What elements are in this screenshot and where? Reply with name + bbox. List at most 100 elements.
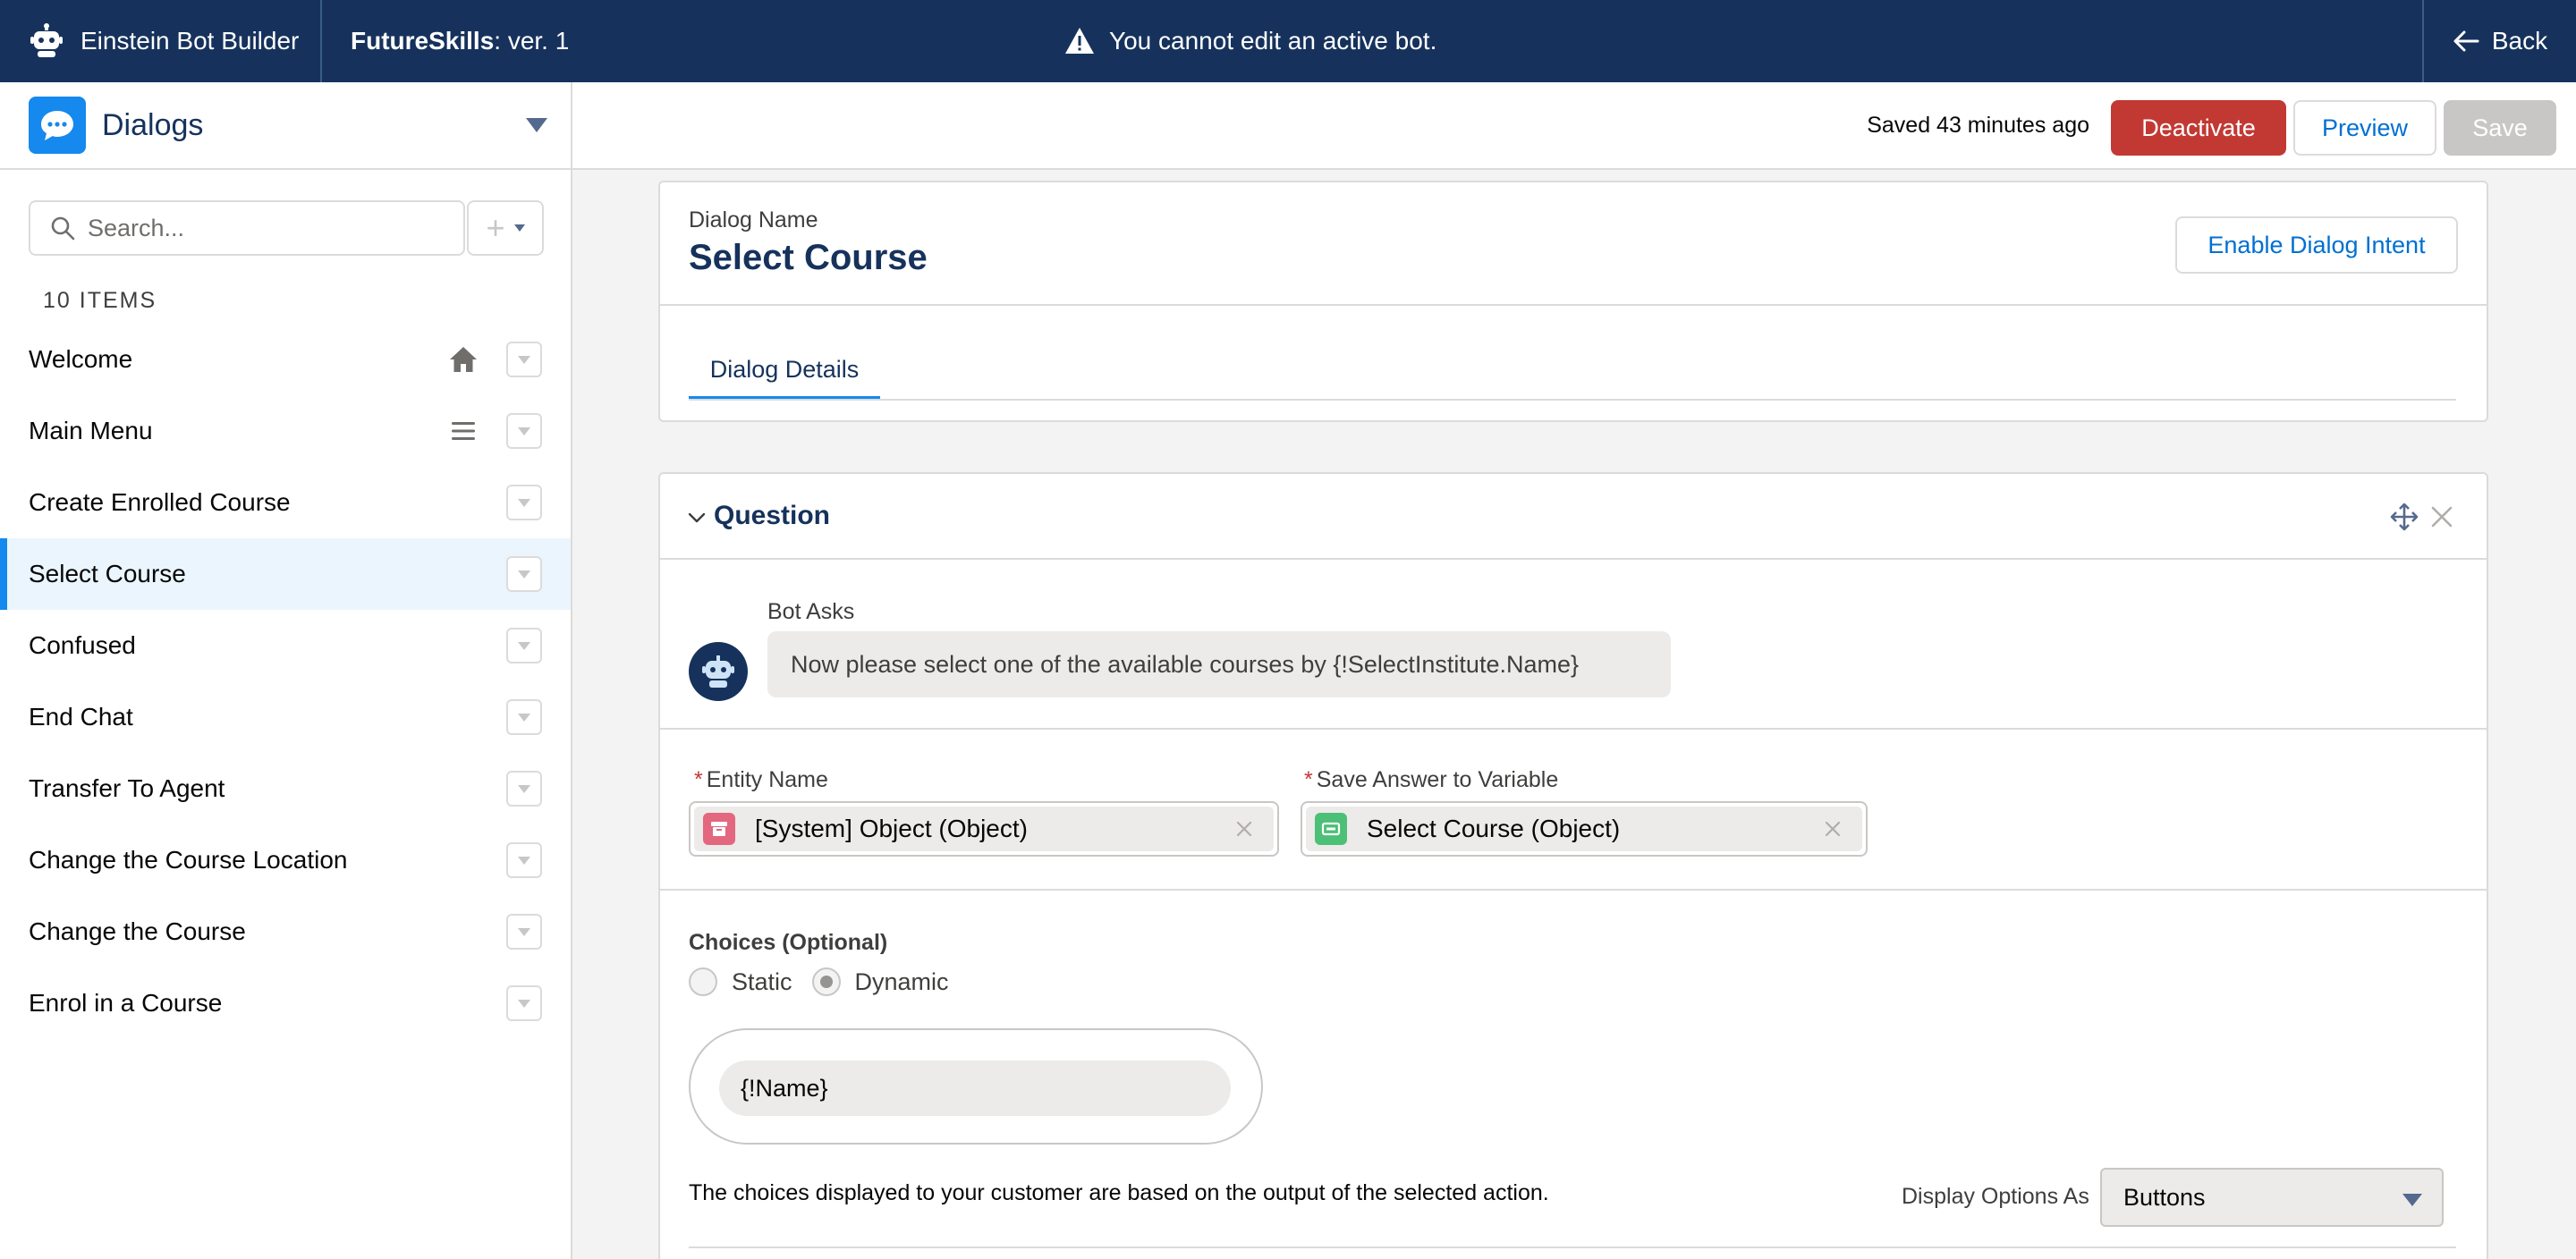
dialog-item-confused[interactable]: Confused [0,610,571,681]
global-header: Einstein Bot Builder FutureSkills : ver.… [0,0,2576,82]
bot-version: : ver. 1 [494,27,570,55]
question-title: Question [714,501,831,530]
dialog-item-label: Confused [29,631,136,659]
question-header: Question [660,474,2487,560]
radio-static[interactable] [689,967,717,996]
dialog-item-menu-button[interactable] [506,413,542,449]
arrow-left-icon [2453,30,2479,52]
warning-text: You cannot edit an active bot. [1109,27,1437,55]
variable-icon [1315,813,1347,845]
required-marker: * [1304,767,1313,792]
entity-icon [703,813,735,845]
items-count: 10 ITEMS [43,288,157,313]
dialog-item-menu-button[interactable] [506,485,542,520]
choices-help-text: The choices displayed to your customer a… [689,1180,1549,1205]
dialog-item-welcome[interactable]: Welcome [0,324,571,395]
dialog-item-menu-button[interactable] [506,914,542,950]
chevron-down-icon [526,118,547,132]
divider [660,304,2487,306]
dialogs-picker[interactable]: Dialogs [0,82,572,168]
save-button[interactable]: Save [2444,100,2556,156]
dialogs-sidebar: + 10 ITEMS Welcome Main Menu Create Enro… [0,170,572,1259]
dialog-item-label: Transfer To Agent [29,774,225,802]
dialog-item-change-course-location[interactable]: Change the Course Location [0,824,571,896]
dialog-item-label: Select Course [29,560,186,587]
save-answer-variable-field[interactable]: Select Course (Object) [1301,801,1868,857]
dialog-name-label: Dialog Name [689,207,818,232]
tab-dialog-details[interactable]: Dialog Details [689,343,880,401]
save-answer-variable-label-text: Save Answer to Variable [1316,767,1559,792]
dialog-item-create-enrolled-course[interactable]: Create Enrolled Course [0,467,571,538]
dialog-item-enrol-in-course[interactable]: Enrol in a Course [0,967,571,1039]
active-bot-warning: You cannot edit an active bot. [1064,0,1436,82]
dialog-item-change-course[interactable]: Change the Course [0,896,571,967]
saved-status: Saved 43 minutes ago [1867,112,2089,138]
menu-icon [452,422,475,440]
display-options-select[interactable]: Buttons [2100,1168,2444,1227]
dialog-name-title: Select Course [689,238,928,277]
choices-label: Choices (Optional) [689,930,888,955]
entity-pill: [System] Object (Object) [694,807,1274,851]
dialog-item-end-chat[interactable]: End Chat [0,681,571,753]
bot-title: FutureSkills [351,27,495,55]
bot-avatar [689,642,748,701]
robot-icon [30,23,63,57]
entity-name-field[interactable]: [System] Object (Object) [689,801,1279,857]
radio-static-label: Static [732,967,792,995]
preview-button[interactable]: Preview [2293,100,2436,156]
dialog-item-menu-button[interactable] [506,556,542,592]
app-name: Einstein Bot Builder [80,27,300,55]
required-marker: * [694,767,703,792]
dialog-item-menu-button[interactable] [506,699,542,735]
save-answer-variable-label: * Save Answer to Variable [1304,767,1558,793]
chevron-down-icon[interactable] [687,508,707,528]
caret-down-icon [513,224,525,232]
dynamic-choices-container: {!Name} [689,1028,1263,1145]
search-input[interactable] [88,214,445,242]
dialog-item-label: Change the Course Location [29,846,348,874]
dialog-list: Welcome Main Menu Create Enrolled Course… [0,324,571,1039]
robot-icon [702,655,734,688]
dialog-name-card: Dialog Name Select Course Enable Dialog … [658,181,2488,422]
search-field[interactable] [29,200,465,256]
choices-type-radio-group: Static Dynamic [689,967,969,996]
divider [660,728,2487,730]
back-button[interactable]: Back [2422,0,2576,82]
close-icon[interactable] [1234,819,1254,839]
tab-underline [689,399,2456,401]
choice-value-input[interactable]: {!Name} [719,1060,1231,1116]
dialog-item-transfer-to-agent[interactable]: Transfer To Agent [0,753,571,824]
dialog-item-select-course[interactable]: Select Course [0,538,571,610]
back-label: Back [2491,27,2548,55]
dialog-item-menu-button[interactable] [506,985,542,1021]
search-icon [51,216,75,241]
close-icon[interactable] [2429,504,2454,529]
dialog-item-menu-button[interactable] [506,842,542,878]
variable-pill: Select Course (Object) [1306,807,1862,851]
bot-message[interactable]: Now please select one of the available c… [767,631,1671,697]
radio-dynamic[interactable] [811,967,841,996]
display-options-label: Display Options As [1902,1184,2089,1209]
question-step-card: Question Bot Asks Now please select one … [658,472,2488,1259]
deactivate-button[interactable]: Deactivate [2111,100,2286,156]
dialog-item-label: Change the Course [29,917,246,945]
add-dialog-button[interactable]: + [467,200,544,256]
dialog-item-menu-button[interactable] [506,342,542,377]
divider [689,1246,2456,1248]
enable-dialog-intent-button[interactable]: Enable Dialog Intent [2175,216,2458,274]
home-icon [450,347,477,372]
dialog-item-label: Enrol in a Course [29,989,223,1017]
dialog-item-main-menu[interactable]: Main Menu [0,395,571,467]
dialog-item-label: Welcome [29,345,133,373]
dialog-item-menu-button[interactable] [506,628,542,663]
close-icon[interactable] [1823,819,1843,839]
chat-icon [29,97,86,154]
plus-icon: + [486,209,505,246]
move-icon[interactable] [2390,503,2419,531]
warning-icon [1065,28,1094,54]
variable-value: Select Course (Object) [1367,815,1621,842]
dialog-item-menu-button[interactable] [506,771,542,807]
divider [660,889,2487,891]
entity-name-label: * Entity Name [694,767,828,793]
entity-name-label-text: Entity Name [706,767,828,792]
